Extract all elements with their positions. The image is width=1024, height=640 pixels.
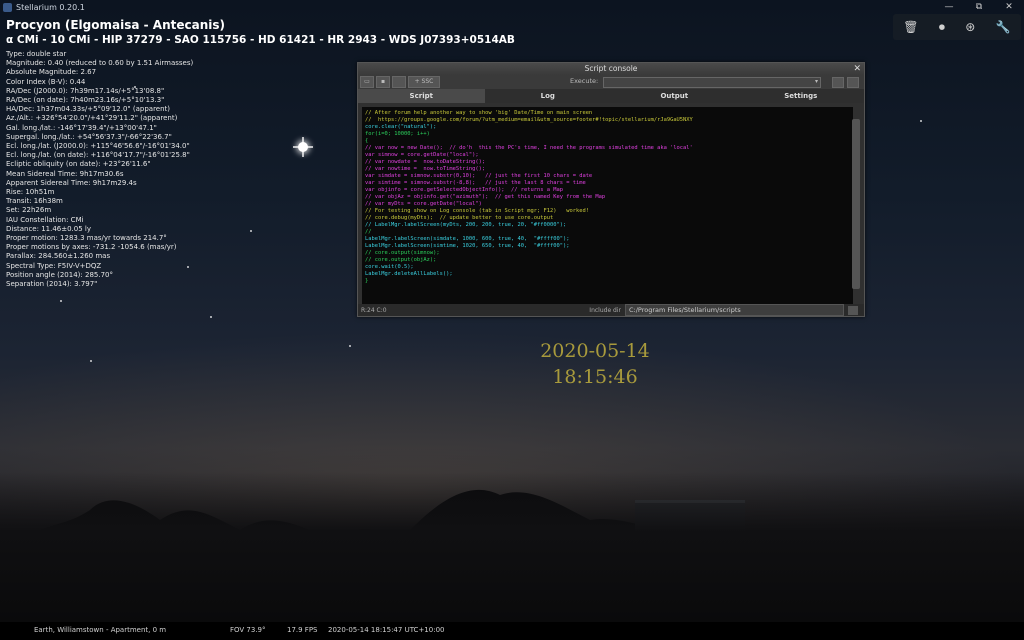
- object-name: Procyon (Elgomaisa - Antecanis): [6, 18, 225, 32]
- overlay-time: 18:15:46: [552, 366, 638, 388]
- code-line: var simnow = core.getDate("local");: [365, 152, 479, 158]
- console-titlebar[interactable]: Script console ✕: [358, 63, 864, 75]
- star: [210, 316, 212, 318]
- code-line: // var now = new Date(); // do'h this th…: [365, 145, 693, 151]
- code-line: LabelMgr.labelScreen(simdate, 1000, 600,…: [365, 236, 570, 242]
- maximize-button[interactable]: ⧉: [964, 0, 994, 14]
- star: [90, 360, 92, 362]
- close-button[interactable]: ✕: [994, 0, 1024, 14]
- open-folder-button[interactable]: ▭: [360, 76, 374, 88]
- code-line: // var objAz = objinfo.get("azimuth"); /…: [365, 194, 606, 200]
- code-line: for(i=0; 10000; i++): [365, 131, 430, 137]
- ground: [0, 472, 1024, 622]
- stop-button[interactable]: [847, 77, 859, 88]
- include-dir-label: Include dir: [589, 306, 621, 314]
- overlay-date: 2020-05-14: [540, 340, 650, 362]
- run-button[interactable]: [832, 77, 844, 88]
- code-line: // core.output(objAz);: [365, 257, 437, 263]
- console-statusbar: R:24 C:0 Include dir C:/Program Files/St…: [358, 304, 864, 316]
- fps-label: 17.9 FPS: [287, 626, 318, 634]
- tab-script[interactable]: Script: [358, 89, 485, 103]
- code-line: LabelMgr.deleteAllLabels();: [365, 271, 453, 277]
- cursor-position: R:24 C:0: [361, 306, 387, 314]
- datetime-label[interactable]: 2020-05-14 18:15:47 UTC+10:00: [328, 626, 444, 634]
- tab-log[interactable]: Log: [485, 89, 612, 103]
- code-line: core.wait(0.5);: [365, 264, 414, 270]
- code-line: // For testing show on Log console (tab …: [365, 208, 589, 214]
- stellarium-app-icon: [3, 2, 12, 12]
- code-line: // https://groups.google.com/forum/?utm_…: [365, 117, 693, 123]
- console-toolbar: ▭ ▪ + SSC Execute: ▾: [358, 75, 864, 89]
- code-line: // LabelMgr.labelScreen(myDts, 200, 200,…: [365, 222, 567, 228]
- star: [60, 300, 62, 302]
- fov-label: FOV 73.9°: [230, 626, 266, 634]
- bottom-statusbar: Earth, Williamstown - Apartment, 0 m FOV…: [0, 622, 1024, 640]
- object-info-line: Type: double star: [6, 50, 67, 58]
- console-tabs: Script Log Output Settings: [358, 89, 864, 103]
- execute-label: Execute:: [570, 77, 599, 85]
- window-title: Stellarium 0.20.1: [16, 2, 85, 12]
- location-label[interactable]: Earth, Williamstown - Apartment, 0 m: [34, 626, 166, 634]
- code-line: // var nowdate = now.toDateString();: [365, 159, 486, 165]
- code-line: var simdate = simnow.substr(0,10); // ju…: [365, 173, 593, 179]
- code-line: {: [365, 138, 369, 144]
- window-titlebar: Stellarium 0.20.1 — ⧉ ✕: [0, 0, 1024, 14]
- stop-icon[interactable]: ⏺: [939, 20, 945, 35]
- execute-select[interactable]: ▾: [603, 77, 821, 88]
- star: [349, 345, 351, 347]
- globe-icon[interactable]: ⊛: [965, 20, 975, 34]
- include-dir-field[interactable]: C:/Program Files/Stellarium/scripts: [625, 304, 844, 316]
- console-title: Script console: [584, 64, 638, 73]
- script-console-window: Script console ✕ ▭ ▪ + SSC Execute: ▾ Sc…: [357, 62, 865, 317]
- code-line: // core.debug(myDts); // update better t…: [365, 215, 554, 221]
- code-line: // var myDts = core.getDate("local"): [365, 201, 482, 207]
- script-editor[interactable]: // After forum help another way to show …: [362, 107, 853, 305]
- trash-icon[interactable]: 🗑: [903, 20, 918, 34]
- code-line: var simtime = simnow.substr(-8,8); // ju…: [365, 180, 586, 186]
- save-button[interactable]: ▪: [376, 76, 390, 88]
- code-line: //: [365, 229, 372, 235]
- code-line: core.clear("natural");: [365, 124, 437, 130]
- ssc-button[interactable]: + SSC: [408, 76, 440, 88]
- code-line: // After forum help another way to show …: [365, 110, 593, 116]
- tab-output[interactable]: Output: [611, 89, 738, 103]
- code-line: LabelMgr.labelScreen(simtime, 1020, 650,…: [365, 243, 570, 249]
- editor-scrollbar[interactable]: [852, 119, 860, 289]
- minimize-button[interactable]: —: [934, 0, 964, 14]
- browse-button[interactable]: [848, 305, 858, 315]
- top-right-toolbar: 🗑 ⏺ ⊛ 🔧: [893, 14, 1021, 40]
- star: [920, 120, 922, 122]
- object-designations: α CMi - 10 CMi - HIP 37279 - SAO 115756 …: [6, 34, 515, 46]
- code-line: var objinfo = core.getSelectedObjectInfo…: [365, 187, 563, 193]
- window-controls: — ⧉ ✕: [934, 0, 1024, 14]
- code-line: }: [365, 278, 369, 284]
- tab-settings[interactable]: Settings: [738, 89, 865, 103]
- code-line: // core.output(simnow);: [365, 250, 440, 256]
- console-close-button[interactable]: ✕: [853, 63, 861, 75]
- wrench-icon[interactable]: 🔧: [996, 20, 1011, 34]
- clear-button[interactable]: [392, 76, 406, 88]
- code-line: // var nowtime = now.toTimeString();: [365, 166, 486, 172]
